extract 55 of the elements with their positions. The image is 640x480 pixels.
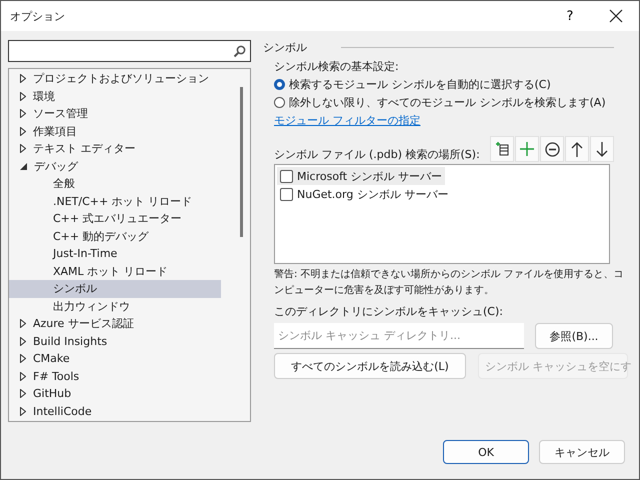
section-heading: シンボル (263, 40, 307, 54)
add-list-button[interactable] (490, 136, 514, 162)
up-arrow-icon (571, 142, 583, 156)
radio-button[interactable] (274, 78, 285, 90)
tree-item[interactable]: C++ 動的デバッグ (9, 228, 221, 245)
tree-item[interactable]: プロジェクトおよびソリューション (9, 70, 221, 88)
action-button[interactable]: すべてのシンボルを読み込む(L) (274, 353, 466, 379)
tree-item[interactable]: Azure サービス認証 (9, 315, 221, 332)
tree-item[interactable]: 環境 (9, 88, 221, 105)
up-arrow-button[interactable] (565, 136, 589, 162)
window-title: オプション (9, 8, 66, 24)
search-field[interactable] (8, 40, 251, 62)
tree-item[interactable]: 作業項目 (9, 122, 221, 140)
tree-item[interactable]: 出力ウィンドウ (9, 298, 221, 315)
scrollbar-thumb[interactable] (240, 87, 243, 237)
warning-text: 警告: 不明または信頼できない場所からのシンボル ファイルを使用すると、コンピューターに危害を及ぼす可能性があります。 (274, 268, 625, 298)
checkbox[interactable] (280, 188, 293, 200)
radio-label: 検索するモジュール シンボルを自動的に選択する(C) (289, 76, 551, 92)
cache-label: このディレクトリにシンボルをキャッシュ(C): (274, 304, 503, 320)
location-item[interactable]: Microsoft シンボル サーバー (277, 167, 446, 185)
tree-item[interactable]: 全般 (9, 175, 221, 192)
down-arrow-button[interactable] (590, 136, 614, 162)
tree-item[interactable]: XAML ホット リロード (9, 262, 221, 280)
module-filter-link[interactable]: モジュール フィルターの指定 (274, 113, 420, 128)
location-item[interactable]: NuGet.org シンボル サーバー (277, 185, 452, 203)
tree-item[interactable]: シンボル (9, 280, 221, 298)
radio-label: 除外しない限り、すべてのモジュール シンボルを検索します(A) (289, 94, 606, 110)
add-list-icon (494, 141, 510, 157)
tree-item[interactable]: .NET/C++ ホット リロード (9, 192, 221, 210)
close-icon (609, 9, 623, 23)
search-settings-label: シンボル検索の基本設定: (274, 59, 399, 75)
tree-item[interactable]: デバッグ (9, 158, 221, 175)
tree-item[interactable]: GitHub (9, 385, 221, 402)
tree-item[interactable]: Just-In-Time (9, 245, 221, 262)
down-arrow-icon (596, 142, 608, 156)
dialog-button[interactable]: OK (443, 440, 529, 464)
help-button[interactable]: ? (547, 1, 593, 31)
minus-circle-icon (544, 142, 560, 156)
locations-label: シンボル ファイル (.pdb) 検索の場所(S): (274, 147, 480, 162)
radio-button[interactable] (274, 96, 285, 108)
minus-circle-button[interactable] (540, 136, 564, 162)
tree-item[interactable]: ソース管理 (9, 105, 221, 122)
tree-item[interactable]: テキスト エディター (9, 140, 221, 158)
dialog-button[interactable]: キャンセル (539, 440, 625, 464)
cache-directory-field[interactable]: シンボル キャッシュ ディレクトリ... (274, 323, 524, 349)
plus-icon (520, 142, 534, 156)
tree-item[interactable]: C++ 式エバリュエーター (9, 210, 221, 228)
checkbox[interactable] (280, 170, 293, 182)
search-icon (233, 44, 246, 58)
tree-item[interactable]: F# Tools (9, 368, 221, 385)
tree-item[interactable]: IntelliCode (9, 402, 221, 420)
tree-item[interactable]: CMake (9, 350, 221, 368)
browse-button[interactable]: 参照(B)... (535, 323, 613, 349)
tree-item[interactable]: Build Insights (9, 332, 221, 350)
expanded-triangle-icon (20, 162, 27, 170)
